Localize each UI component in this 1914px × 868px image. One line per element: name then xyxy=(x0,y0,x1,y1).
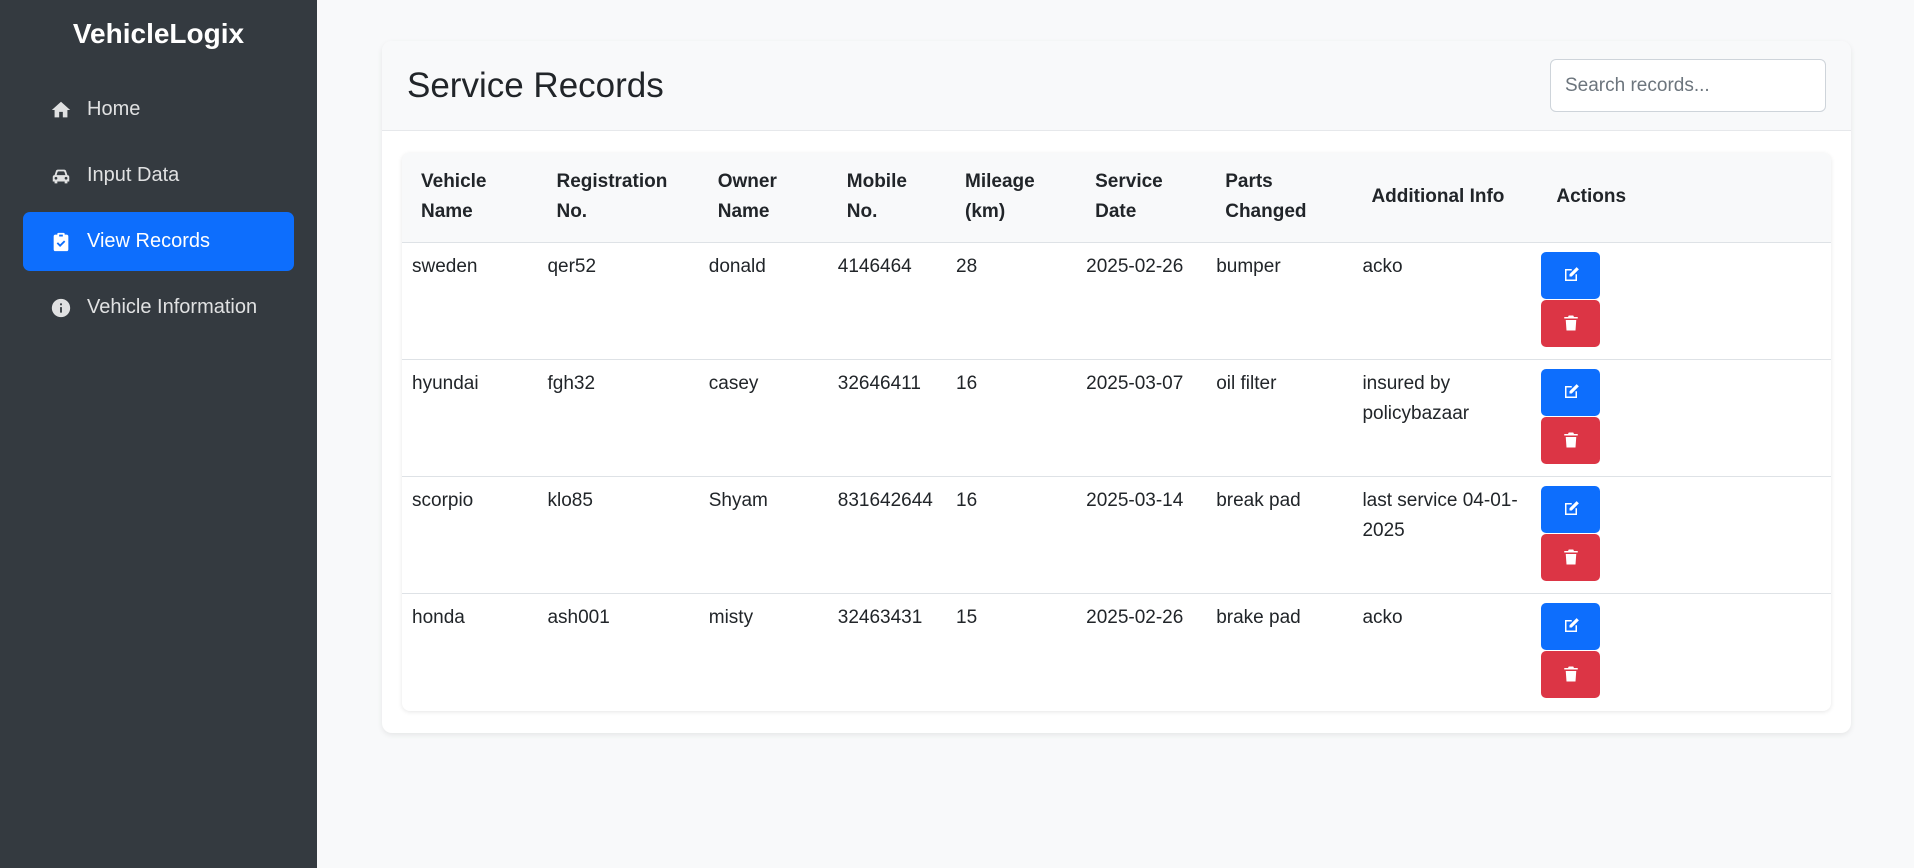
cell-actions xyxy=(1537,476,1831,594)
home-icon xyxy=(49,98,73,122)
table-row: sweden qer52 donald 4146464 28 2025-02-2… xyxy=(402,242,1831,360)
sidebar-item-label: Home xyxy=(87,98,141,120)
cell-additional-info: acko xyxy=(1362,606,1403,628)
cell-mobile-no: 32646411 xyxy=(827,359,947,477)
trash-icon xyxy=(1564,666,1578,682)
cell-vehicle-name: sweden xyxy=(402,242,538,360)
cell-owner-name: casey xyxy=(698,359,828,477)
cell-service-date: 2025-03-07 xyxy=(1076,359,1207,477)
records-table-container: Vehicle Name Registration No. Owner Name… xyxy=(402,153,1831,711)
edit-icon xyxy=(1564,267,1579,281)
table-header-row: Vehicle Name Registration No. Owner Name… xyxy=(402,153,1831,243)
cell-registration-no: fgh32 xyxy=(537,359,699,477)
sidebar-item-view-records[interactable]: View Records xyxy=(23,212,294,271)
cell-owner-name: misty xyxy=(708,606,754,628)
cell-additional-info: last service 04-01-2025 xyxy=(1352,476,1538,594)
delete-button[interactable] xyxy=(1541,533,1601,581)
trash-icon xyxy=(1564,315,1578,331)
header-mileage[interactable]: Mileage (km) xyxy=(946,153,1077,243)
cell-service-date: 2025-02-26 xyxy=(1076,242,1207,360)
cell-owner-name: donald xyxy=(698,242,828,360)
cell-actions xyxy=(1537,359,1831,477)
cell-parts-changed: bumper xyxy=(1206,242,1353,360)
header-service-date[interactable]: Service Date xyxy=(1076,153,1207,243)
search-input[interactable] xyxy=(1550,59,1826,112)
card-header: Service Records xyxy=(382,41,1851,131)
records-card: Service Records Vehicle Name Registratio… xyxy=(382,41,1851,733)
cell-mobile-no: 4146464 xyxy=(827,242,947,360)
cell-registration-no: ash001 xyxy=(547,606,610,628)
sidebar: VehicleLogix Home Input Data View Record… xyxy=(0,0,317,868)
cell-service-date: 2025-02-26 xyxy=(1086,606,1184,628)
cell-registration-no: qer52 xyxy=(537,242,699,360)
header-mobile-no[interactable]: Mobile No. xyxy=(827,153,947,243)
cell-mobile-no: 831642644 xyxy=(827,476,947,594)
table-row: honda ash001 misty 32463431 15 2025-02-2… xyxy=(402,593,1831,710)
sidebar-item-vehicle-information[interactable]: Vehicle Information xyxy=(23,278,294,337)
edit-icon xyxy=(1564,501,1579,515)
records-table: Vehicle Name Registration No. Owner Name… xyxy=(402,153,1831,710)
page-title: Service Records xyxy=(407,65,664,105)
cell-actions xyxy=(1537,242,1831,360)
header-additional-info[interactable]: Additional Info xyxy=(1352,153,1538,243)
sidebar-item-label: Input Data xyxy=(87,164,180,186)
header-parts-changed[interactable]: Parts Changed xyxy=(1206,153,1353,243)
table-row: scorpio klo85 Shyam 831642644 16 2025-03… xyxy=(402,476,1831,594)
header-vehicle-name[interactable]: Vehicle Name xyxy=(402,153,538,243)
trash-icon xyxy=(1564,432,1578,448)
table-row: hyundai fgh32 casey 32646411 16 2025-03-… xyxy=(402,359,1831,477)
cell-parts-changed: oil filter xyxy=(1206,359,1353,477)
header-owner-name[interactable]: Owner Name xyxy=(698,153,828,243)
delete-button[interactable] xyxy=(1541,299,1601,347)
cell-vehicle-name: scorpio xyxy=(402,476,538,594)
cell-vehicle-name: honda xyxy=(412,606,465,628)
sidebar-item-home[interactable]: Home xyxy=(23,80,294,139)
car-icon xyxy=(49,164,73,188)
edit-icon xyxy=(1564,384,1579,398)
header-registration-no[interactable]: Registration No. xyxy=(537,153,699,243)
cell-mileage: 16 xyxy=(946,476,1077,594)
cell-parts-changed: break pad xyxy=(1206,476,1353,594)
edit-button[interactable] xyxy=(1541,602,1601,650)
header-actions: Actions xyxy=(1537,153,1831,243)
delete-button[interactable] xyxy=(1541,416,1601,464)
sidebar-item-label: Vehicle Information xyxy=(87,296,258,318)
edit-button[interactable] xyxy=(1541,368,1601,416)
cell-registration-no: klo85 xyxy=(537,476,699,594)
cell-mobile-no: 32463431 xyxy=(837,606,923,628)
sidebar-item-label: View Records xyxy=(87,230,211,252)
cell-vehicle-name: hyundai xyxy=(402,359,538,477)
cell-additional-info: acko xyxy=(1352,242,1538,360)
cell-mileage: 28 xyxy=(946,242,1077,360)
brand-logo[interactable]: VehicleLogix xyxy=(23,14,294,54)
info-icon xyxy=(49,296,73,320)
trash-icon xyxy=(1564,549,1578,565)
cell-actions xyxy=(1537,593,1831,710)
clipboard-icon xyxy=(49,230,73,254)
cell-additional-info: insured by policybazaar xyxy=(1352,359,1538,477)
cell-parts-changed: brake pad xyxy=(1216,606,1301,628)
edit-icon xyxy=(1564,618,1579,632)
cell-mileage: 15 xyxy=(956,606,978,628)
edit-button[interactable] xyxy=(1541,485,1601,533)
edit-button[interactable] xyxy=(1541,251,1601,299)
cell-owner-name: Shyam xyxy=(698,476,828,594)
cell-mileage: 16 xyxy=(946,359,1077,477)
cell-service-date: 2025-03-14 xyxy=(1076,476,1207,594)
delete-button[interactable] xyxy=(1541,650,1601,698)
sidebar-item-input-data[interactable]: Input Data xyxy=(23,146,294,205)
